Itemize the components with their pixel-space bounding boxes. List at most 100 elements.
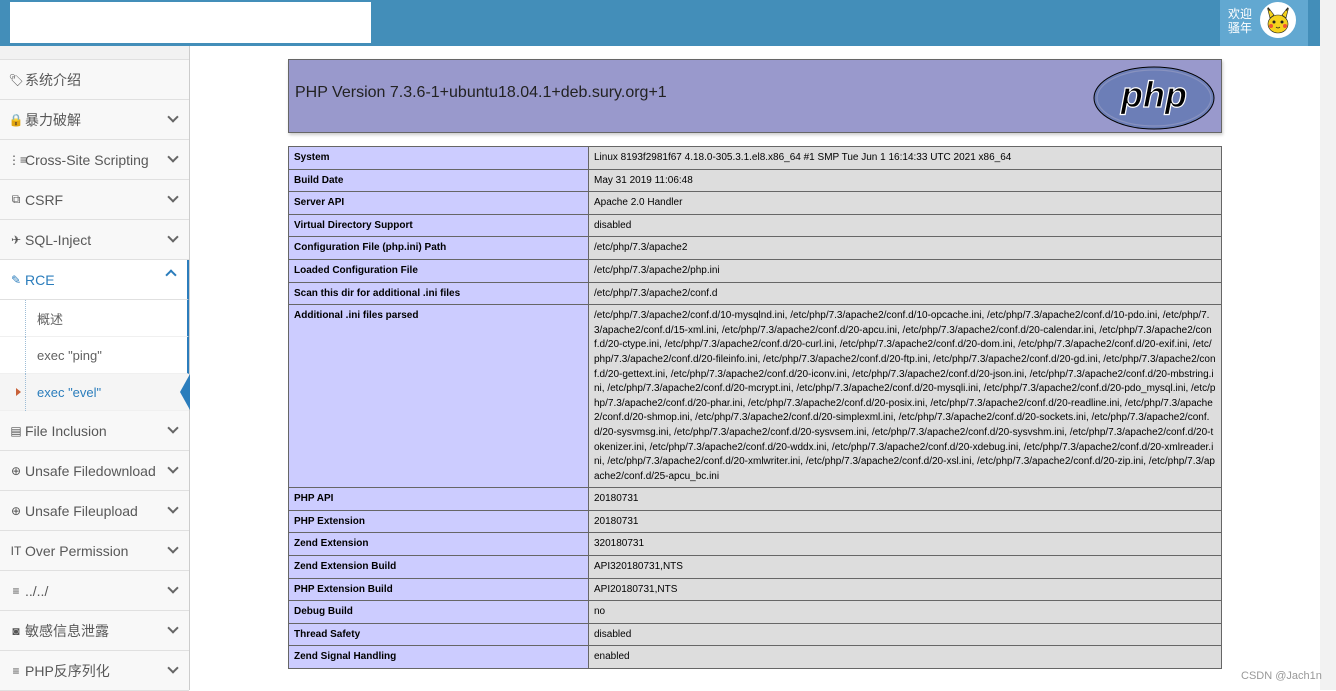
directive-value: 320180731 (588, 532, 1222, 557)
directive-value: API320180731,NTS (588, 555, 1222, 579)
php-logo-text: php (1120, 74, 1187, 115)
directive-value: API20180731,NTS (588, 577, 1222, 602)
lock-icon: 🔒 (8, 112, 24, 127)
sidebar-item-label: Unsafe Fileupload (25, 502, 138, 519)
sidebar-item[interactable]: ⧉ CSRF (0, 180, 189, 220)
directive-name: Debug Build (288, 600, 589, 624)
directive-name: Thread Safety (288, 622, 589, 647)
sidebar-item[interactable]: IT Over Permission (0, 531, 189, 571)
sidebar-item[interactable]: ✈ SQL-Inject (0, 220, 189, 260)
sidebar-item[interactable]: ≡ ../../ (0, 571, 189, 611)
sidebar-item-label: Cross-Site Scripting (25, 151, 149, 168)
sidebar-item[interactable]: 🔒 暴力破解 (0, 100, 189, 140)
table-row: Zend Extension 320180731 (288, 532, 1222, 557)
sidebar-item[interactable]: ≡ PHP反序列化 (0, 651, 189, 691)
sidebar-subitem[interactable]: exec "evel" (0, 374, 190, 411)
welcome-text: 欢迎 骚年 (1228, 7, 1253, 35)
directive-value: /etc/php/7.3/apache2/conf.d/10-mysqlnd.i… (588, 304, 1222, 489)
sidebar-item[interactable]: ✎ RCE (0, 260, 189, 300)
directive-name: Zend Signal Handling (288, 645, 589, 670)
text-height-icon: IT (10, 543, 22, 558)
avatar[interactable] (1260, 2, 1296, 38)
fighter-jet-icon: ✈ (10, 232, 22, 247)
table-row: Loaded Configuration File/etc/php/7.3/ap… (288, 258, 1222, 283)
watermark: CSDN @Jach1n (1241, 670, 1322, 682)
directive-name: PHP API (288, 487, 589, 511)
top-navbar (0, 0, 1336, 46)
sidebar-subitem[interactable]: exec "ping" (0, 337, 189, 374)
main-content: PHP Version 7.3.6-1+ubuntu18.04.1+deb.su… (190, 46, 1320, 690)
chevron-down-icon[interactable] (167, 111, 179, 123)
table-row: System Linux 8193f2981f67 4.18.0-305.3.1.… (288, 146, 1222, 170)
directive-value: disabled (588, 622, 1222, 647)
directive-name: Scan this dir for additional .ini files (288, 281, 589, 306)
table-row: Server API Apache 2.0 Handler (288, 191, 1222, 215)
align-left-icon: ≡ (12, 583, 20, 598)
tree-line (25, 374, 26, 411)
user-menu[interactable]: 欢迎 骚年 (1220, 0, 1308, 46)
sidebar-item-label: 暴力破解 (25, 111, 81, 128)
sidebar-item[interactable]: ◙ 敏感信息泄露 (0, 611, 189, 651)
directive-name: PHP Extension Build (288, 577, 589, 602)
chevron-down-icon[interactable] (167, 151, 179, 163)
sidebar-item-label: File Inclusion (25, 422, 107, 439)
chevron-down-icon[interactable] (167, 542, 179, 554)
directive-name: Zend Extension (288, 532, 589, 557)
phpinfo-header: PHP Version 7.3.6-1+ubuntu18.04.1+deb.su… (288, 59, 1222, 133)
chevron-down-icon[interactable] (167, 502, 179, 514)
directive-value: /etc/php/7.3/apache2/conf.d (588, 281, 1222, 306)
directive-name: Virtual Directory Support (288, 213, 589, 238)
table-row: Virtual Directory Support disabled (288, 213, 1222, 238)
sidebar-item[interactable]: ⋮≡ Cross-Site Scripting (0, 140, 189, 180)
directive-value: 20180731 (588, 509, 1222, 534)
table-row: Configuration File (php.ini) Path/etc/ph… (288, 236, 1222, 260)
sidebar-item-label: CSRF (25, 191, 64, 208)
sidebar-subitem[interactable]: 概述 (0, 300, 189, 337)
directive-value: Apache 2.0 Handler (588, 191, 1222, 215)
scroll-gutter (1320, 0, 1336, 690)
brand-area (10, 2, 371, 43)
table-row: Scan this dir for additional .ini files /… (288, 281, 1222, 306)
sidebar-subitem-label: exec "evel" (37, 384, 102, 400)
sidebar-subitem-label: exec "ping" (37, 347, 102, 363)
sidebar-item[interactable]: ⊕ Unsafe Filedownload (0, 451, 189, 491)
directive-name: Configuration File (php.ini) Path (288, 236, 589, 260)
directive-value: no (588, 600, 1222, 624)
chevron-down-icon[interactable] (167, 422, 179, 434)
sidebar-item[interactable]: ⊕ Unsafe Fileupload (0, 491, 189, 531)
tree-line (25, 300, 26, 337)
chevron-down-icon[interactable] (167, 622, 179, 634)
table-row: PHP Extension 20180731 (288, 509, 1222, 534)
php-logo-icon[interactable]: php (1093, 65, 1215, 131)
directive-name: Loaded Configuration File (288, 258, 589, 283)
table-row: Zend Signal Handling enabled (288, 645, 1222, 670)
sidebar-item-label: PHP反序列化 (25, 662, 110, 679)
sidebar-item-label: RCE (25, 271, 55, 288)
sidebar-item-label: ../../ (25, 582, 49, 599)
chevron-down-icon[interactable] (167, 582, 179, 594)
chevron-up-icon[interactable] (165, 269, 177, 281)
sidebar-item[interactable]: 🏷 系统介绍 (0, 60, 189, 100)
download-icon: ⊕ (10, 463, 22, 478)
table-row: PHP API 20180731 (288, 487, 1222, 511)
directive-name: Additional .ini files parsed (288, 304, 589, 489)
chevron-down-icon[interactable] (167, 191, 179, 203)
directive-value: May 31 2019 11:06:48 (588, 168, 1222, 193)
table-row: Debug Build no (288, 600, 1222, 624)
table-row: Build Date May 31 2019 11:06:48 (288, 168, 1222, 193)
php-version-title: PHP Version 7.3.6-1+ubuntu18.04.1+deb.su… (295, 84, 667, 101)
sidebar-item-label: SQL-Inject (25, 231, 92, 248)
tag-icon: 🏷 (8, 72, 24, 87)
sidebar-item[interactable]: ▤ File Inclusion (0, 411, 189, 451)
directive-value: enabled (588, 645, 1222, 670)
directive-value: Linux 8193f2981f67 4.18.0-305.3.1.el8.x8… (588, 146, 1222, 170)
directive-name: System (288, 146, 589, 170)
upload-icon: ⊕ (10, 503, 22, 518)
directive-name: PHP Extension (288, 509, 589, 534)
directive-name: Zend Extension Build (288, 555, 589, 579)
chevron-down-icon[interactable] (167, 231, 179, 243)
sidebar-subitem-label: 概述 (37, 311, 64, 327)
chevron-down-icon[interactable] (167, 662, 179, 674)
chevron-down-icon[interactable] (167, 462, 179, 474)
share-icon: ⧉ (11, 192, 21, 206)
